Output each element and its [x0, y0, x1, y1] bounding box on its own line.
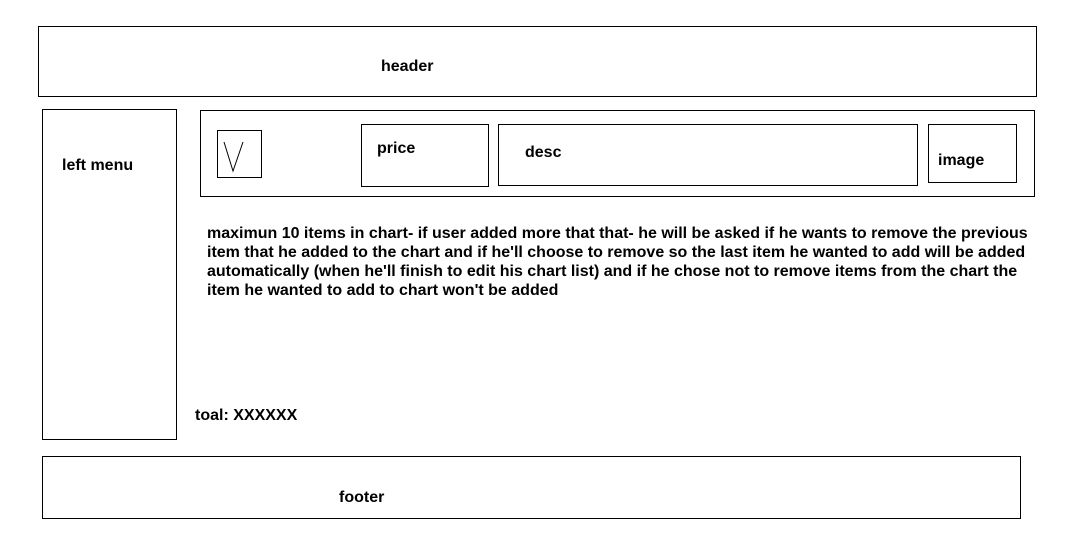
- cart-item-row: price desc image: [200, 110, 1035, 197]
- left-menu-section: left menu: [42, 109, 177, 440]
- total-label: toal: XXXXXX: [195, 407, 298, 424]
- header-section: header: [38, 26, 1037, 97]
- image-box: image: [928, 124, 1017, 183]
- desc-box: desc: [498, 124, 918, 186]
- image-label: image: [938, 152, 985, 169]
- footer-label: footer: [339, 489, 385, 506]
- cart-limit-note: maximun 10 items in chart- if user added…: [207, 225, 1028, 299]
- item-checkbox[interactable]: [217, 130, 262, 178]
- left-menu-label: left menu: [62, 157, 134, 174]
- footer-section: footer: [42, 456, 1021, 519]
- desc-label: desc: [525, 144, 562, 161]
- checkmark-icon: [223, 141, 244, 173]
- price-label: price: [377, 140, 416, 157]
- price-box: price: [361, 124, 489, 187]
- header-label: header: [381, 58, 434, 75]
